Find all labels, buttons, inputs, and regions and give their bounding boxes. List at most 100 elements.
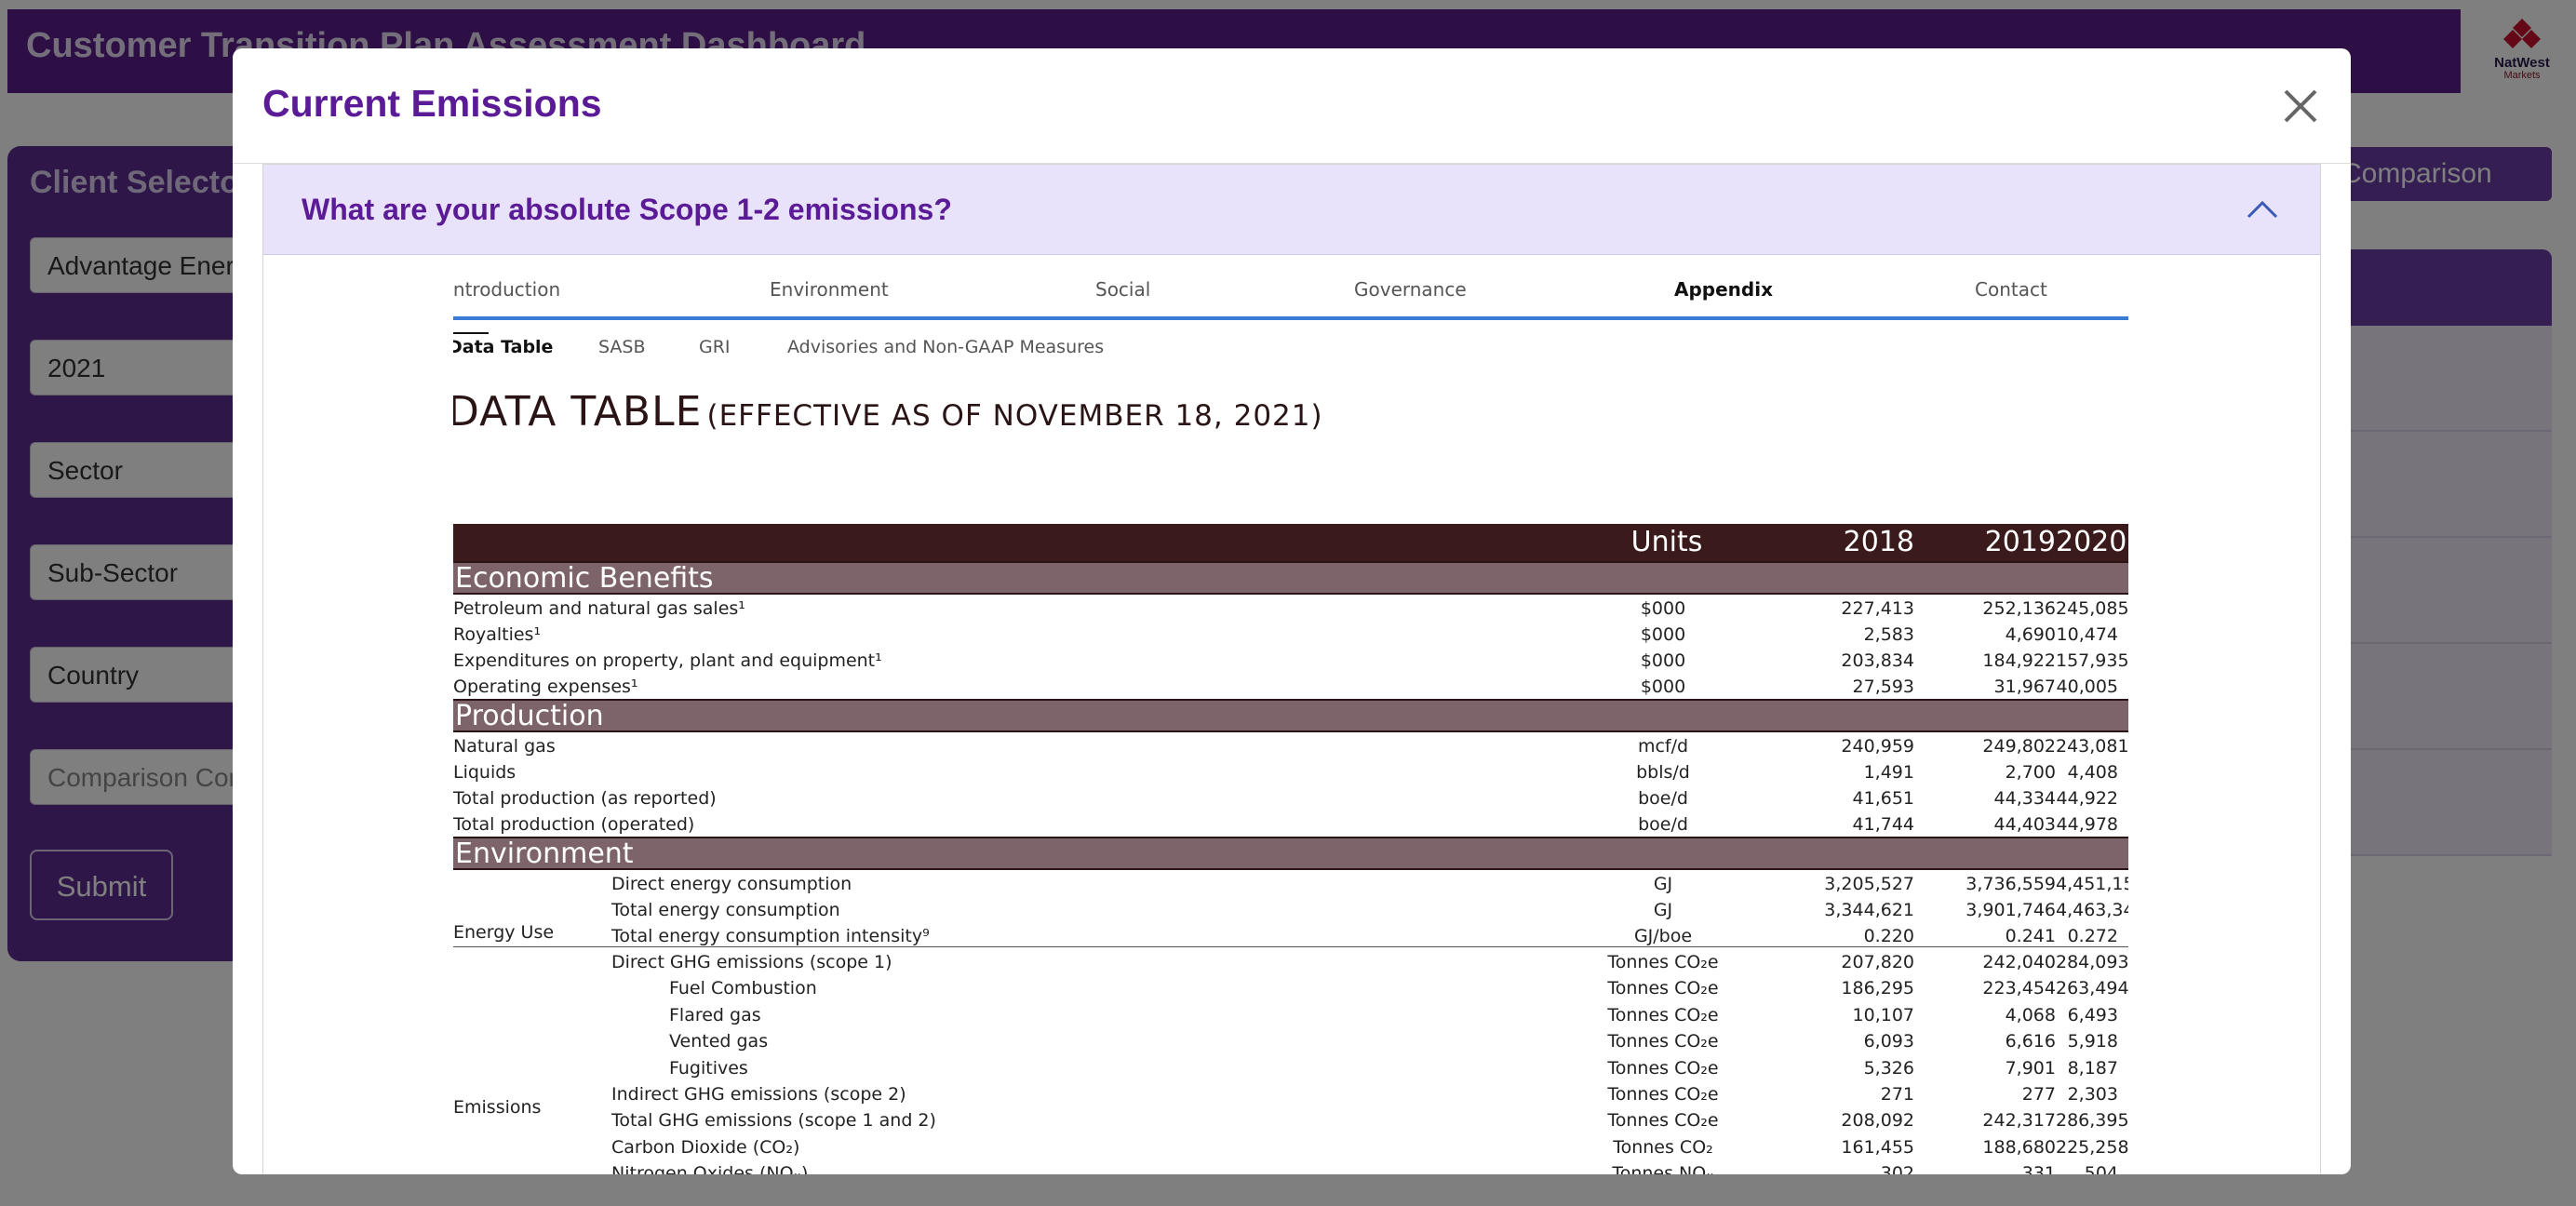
accordion-header[interactable]: What are your absolute Scope 1-2 emissio… bbox=[263, 165, 2320, 255]
row-value-2020: 243,081 bbox=[2056, 736, 2128, 757]
row-value-2020: 4,451,157 bbox=[2056, 874, 2128, 894]
table-row: Fuel Combustion Tonnes CO₂e 186,295 223,454… bbox=[453, 976, 2128, 1002]
row-value-2018: 240,959 bbox=[1841, 736, 1914, 757]
row-value-2018: 3,205,527 bbox=[1824, 874, 1914, 894]
report-tab-appendix: Appendix bbox=[1674, 278, 1773, 301]
report-title: DATA TABLE (EFFECTIVE AS OF NOVEMBER 18,… bbox=[453, 388, 1323, 436]
row-value-2018: 27,593 bbox=[1852, 677, 1914, 697]
row-value-2018: 207,820 bbox=[1841, 952, 1914, 972]
table-row: Carbon Dioxide (CO₂) Tonnes CO₂ 161,455 188… bbox=[453, 1135, 2128, 1161]
report-table-header: Units 2018 2019 2020 bbox=[453, 524, 2128, 561]
row-unit: GJ bbox=[1653, 874, 1673, 894]
row-value-2020: 4,463,348 bbox=[2056, 900, 2128, 920]
row-label: Natural gas bbox=[453, 736, 556, 757]
group-emissions: Emissions bbox=[453, 1095, 2128, 1121]
table-row: Vented gas Tonnes CO₂e 6,093 6,616 5,918 bbox=[453, 1029, 2128, 1055]
row-value-2019: 252,136 bbox=[1982, 598, 2056, 619]
report-subtab-advisories: Advisories and Non-GAAP Measures bbox=[787, 337, 1105, 357]
row-value-2019: 3,736,559 bbox=[1966, 874, 2056, 894]
row-value-2018: 186,295 bbox=[1841, 978, 1914, 999]
chevron-up-icon[interactable] bbox=[2246, 194, 2279, 224]
row-label: Total production (operated) bbox=[453, 814, 695, 835]
row-value-2020: 10,474 bbox=[2056, 624, 2118, 645]
row-unit: $000 bbox=[1640, 624, 1686, 645]
row-label: Liquids bbox=[453, 762, 517, 783]
row-value-2018: 41,651 bbox=[1852, 788, 1914, 809]
row-value-2019: 6,616 bbox=[2005, 1031, 2056, 1052]
table-row: Operating expenses¹ $000 27,593 31,967 40,00… bbox=[453, 675, 2128, 701]
table-row: Liquids bbls/d 1,491 2,700 4,408 bbox=[453, 760, 2128, 786]
row-unit: $000 bbox=[1640, 598, 1686, 619]
row-value-2018: 2,583 bbox=[1863, 624, 1914, 645]
row-value-2018: 41,744 bbox=[1852, 814, 1914, 835]
row-value-2020: 284,093 bbox=[2056, 952, 2128, 972]
table-row: Natural gas mcf/d 240,959 249,802 243,081 bbox=[453, 734, 2128, 760]
close-icon[interactable] bbox=[2280, 86, 2321, 127]
row-label: Petroleum and natural gas sales¹ bbox=[453, 598, 745, 619]
row-value-2020: 504 bbox=[2084, 1163, 2118, 1174]
report-subtab-data-table: Data Table bbox=[453, 337, 554, 357]
subtab-active-marker bbox=[453, 332, 489, 334]
report-title-sub: (EFFECTIVE AS OF NOVEMBER 18, 2021) bbox=[706, 399, 1323, 433]
row-value-2019: 184,922 bbox=[1982, 650, 2056, 671]
modal-title: Current Emissions bbox=[262, 82, 602, 125]
section-label: Production bbox=[455, 700, 604, 732]
report-tab-environment: Environment bbox=[770, 278, 889, 301]
row-value-2018: 5,326 bbox=[1863, 1057, 1914, 1079]
row-value-2020: 44,978 bbox=[2056, 814, 2118, 835]
row-label: Expenditures on property, plant and equi… bbox=[453, 650, 882, 671]
row-label: Carbon Dioxide (CO₂) bbox=[611, 1136, 800, 1158]
row-label: Total energy consumption bbox=[611, 900, 840, 920]
table-row: Royalties¹ $000 2,583 4,690 10,474 bbox=[453, 623, 2128, 649]
col-2019: 2019 bbox=[1984, 526, 2056, 558]
row-value-2019: 188,680 bbox=[1982, 1136, 2056, 1158]
row-unit: Tonnes CO₂e bbox=[1607, 1031, 1719, 1052]
accordion-question: What are your absolute Scope 1-2 emissio… bbox=[302, 193, 952, 226]
row-value-2020: 225,258 bbox=[2056, 1136, 2128, 1158]
row-unit: $000 bbox=[1640, 650, 1686, 671]
report-subtab-sasb: SASB bbox=[598, 337, 646, 357]
row-value-2018: 3,344,621 bbox=[1824, 900, 1914, 920]
row-value-2020: 5,918 bbox=[2067, 1031, 2118, 1052]
row-unit: Tonnes CO₂e bbox=[1607, 952, 1719, 972]
row-value-2019: 4,068 bbox=[2005, 1004, 2056, 1025]
row-value-2019: 7,901 bbox=[2005, 1057, 2056, 1079]
row-value-2018: 203,834 bbox=[1841, 650, 1914, 671]
row-value-2019: 331 bbox=[2021, 1163, 2056, 1174]
row-value-2019: 2,700 bbox=[2005, 762, 2056, 783]
current-emissions-modal: Current Emissions What are your absolute… bbox=[233, 48, 2351, 1174]
row-unit: GJ bbox=[1653, 900, 1673, 920]
row-label: Direct energy consumption bbox=[611, 874, 852, 894]
row-label: Royalties¹ bbox=[453, 624, 542, 645]
row-value-2018: 302 bbox=[1880, 1163, 1914, 1174]
row-label: Fugitives bbox=[669, 1057, 748, 1079]
row-value-2020: 157,935 bbox=[2056, 650, 2128, 671]
row-value-2019: 31,967 bbox=[1993, 677, 2056, 697]
row-value-2019: 3,901,746 bbox=[1966, 900, 2056, 920]
row-value-2018: 227,413 bbox=[1841, 598, 1914, 619]
group-divider bbox=[453, 946, 2128, 947]
row-label: Vented gas bbox=[669, 1031, 769, 1052]
report-data-table-image: Introduction Environment Social Governan… bbox=[453, 267, 2128, 1174]
row-value-2020: 6,493 bbox=[2067, 1004, 2118, 1025]
row-unit: bbls/d bbox=[1636, 762, 1690, 783]
row-unit: boe/d bbox=[1638, 788, 1688, 809]
row-unit: Tonnes CO₂e bbox=[1607, 978, 1719, 999]
table-row: Total production (as reported) boe/d 41,65… bbox=[453, 786, 2128, 812]
row-value-2018: 1,491 bbox=[1863, 762, 1914, 783]
row-label: Fuel Combustion bbox=[669, 978, 817, 999]
table-row: Direct energy consumption GJ 3,205,527 3,73… bbox=[453, 872, 2128, 898]
row-label: Flared gas bbox=[669, 1004, 761, 1025]
row-label: Direct GHG emissions (scope 1) bbox=[611, 952, 892, 972]
row-label: Nitrogen Oxides (NOₓ) bbox=[611, 1163, 809, 1174]
section-label: Economic Benefits bbox=[455, 562, 714, 595]
row-value-2020: 44,922 bbox=[2056, 788, 2118, 809]
row-value-2020: 245,085 bbox=[2056, 598, 2128, 619]
row-unit: $000 bbox=[1640, 677, 1686, 697]
report-nav: Introduction Environment Social Governan… bbox=[453, 278, 2128, 315]
row-label: Operating expenses¹ bbox=[453, 677, 638, 697]
section-economic-benefits: Economic Benefits bbox=[453, 561, 2128, 595]
row-value-2019: 4,690 bbox=[2005, 624, 2056, 645]
row-value-2020: 40,005 bbox=[2056, 677, 2118, 697]
report-tab-governance: Governance bbox=[1354, 278, 1467, 301]
